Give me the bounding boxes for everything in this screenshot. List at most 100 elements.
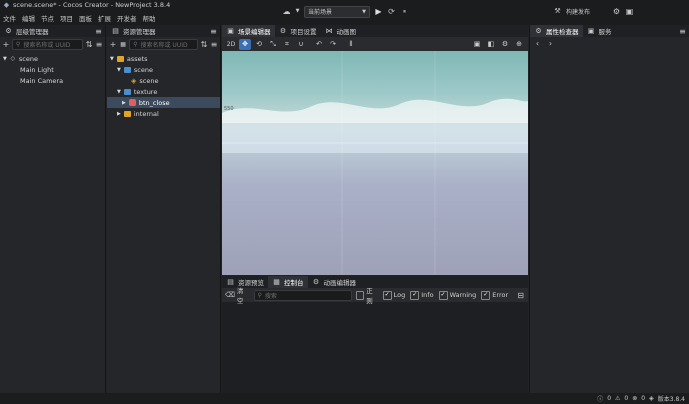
chevron-right-icon[interactable]: ▶: [122, 100, 126, 106]
tree-item-label: Main Camera: [20, 76, 64, 85]
align-icon[interactable]: ⫴: [345, 39, 357, 50]
scene-node-icon: ◇: [10, 55, 16, 62]
hierarchy-icon: ⚙: [5, 26, 12, 35]
info-icon: ⓘ: [597, 396, 604, 403]
window-title: scene.scene* - Cocos Creator - NewProjec…: [13, 1, 171, 9]
chevron-down-icon[interactable]: ▼: [117, 67, 121, 73]
assets-header: ▤ 资源管理器 ≡: [107, 25, 220, 37]
tab-scene-editor[interactable]: ▣ 场景编辑器: [222, 25, 275, 37]
collapse-icon[interactable]: ≡: [210, 40, 218, 49]
camera-icon[interactable]: ◧: [485, 39, 497, 50]
sort-icon[interactable]: ⇅: [85, 40, 93, 49]
tree-item-scene-folder[interactable]: ▼ scene: [107, 64, 220, 75]
menu-icon[interactable]: ≡: [678, 27, 687, 36]
rect-tool-icon[interactable]: ⌗: [281, 39, 293, 50]
horizon-band: [222, 123, 528, 153]
tree-item-scene[interactable]: ▼ ◇ scene: [0, 53, 105, 64]
inspector-tab-label: 属性检查器: [546, 28, 579, 36]
chevron-right-icon[interactable]: ▶: [117, 111, 121, 117]
snap-tool-icon[interactable]: ∪: [295, 39, 307, 50]
tab-animation-editor[interactable]: ⚙ 动画编辑器: [308, 276, 361, 288]
cloud-icon[interactable]: ☁: [282, 7, 291, 16]
add-icon[interactable]: +: [109, 40, 117, 49]
filter-checkbox[interactable]: ✓ Info: [410, 290, 434, 300]
chevron-down-icon[interactable]: ▼: [110, 56, 114, 62]
publish-button[interactable]: 构建发布: [566, 7, 590, 16]
add-icon[interactable]: +: [2, 40, 10, 49]
scene-viewport[interactable]: 550: [222, 51, 528, 275]
search-icon: ⚲: [15, 40, 21, 48]
chevron-down-icon[interactable]: ▼: [117, 89, 121, 95]
menu-item[interactable]: 扩展: [98, 13, 111, 23]
inspector-panel: ⚙ 属性检查器 ▣ 服务 ≡ ‹ ›: [529, 25, 689, 393]
tree-item-label: scene: [133, 65, 153, 74]
filter-checkbox[interactable]: 正则: [356, 285, 378, 305]
menu-item[interactable]: 编辑: [22, 13, 35, 23]
refresh-icon[interactable]: ⟳: [387, 7, 396, 16]
menu-icon[interactable]: ≡: [94, 27, 103, 36]
scene-icon: ▣: [227, 26, 234, 35]
menu-item[interactable]: 节点: [41, 13, 54, 23]
filter-icon[interactable]: ▦: [119, 40, 127, 49]
redo-icon[interactable]: ↷: [327, 39, 339, 50]
chevron-down-icon[interactable]: ▼: [3, 56, 7, 62]
menu-icon[interactable]: ≡: [209, 27, 218, 36]
tree-item-scene-file[interactable]: ◈ scene: [107, 75, 220, 86]
tree-item-main-light[interactable]: Main Light: [0, 64, 105, 75]
menu-item[interactable]: 文件: [3, 13, 16, 23]
tab-hierarchy[interactable]: ⚙ 层级管理器: [0, 25, 53, 37]
folder-icon: [116, 55, 124, 62]
tab-console[interactable]: ▦ 控制台: [268, 276, 308, 288]
tree-item-assets[interactable]: ▼ assets: [107, 53, 220, 64]
warning-count[interactable]: 0: [624, 395, 628, 402]
console-search-input[interactable]: ⚲ 搜索: [253, 289, 353, 301]
collapse-icon[interactable]: ≡: [95, 40, 103, 49]
filter-checkbox[interactable]: ✓ Log: [382, 290, 405, 300]
error-count[interactable]: 0: [641, 395, 645, 402]
tree-item-btn-close[interactable]: ▶ btn_close: [107, 97, 220, 108]
clear-button[interactable]: ⌫ 清空: [225, 285, 250, 305]
settings-icon[interactable]: ⚙: [499, 39, 511, 50]
menu-item[interactable]: 面板: [79, 13, 92, 23]
forward-icon[interactable]: ›: [546, 39, 555, 48]
tab-animation-graph[interactable]: ⋈ 动画图: [321, 25, 361, 37]
app-icon: ◆: [3, 0, 10, 9]
layout-icon[interactable]: ▣: [625, 7, 634, 16]
mode-2d-button[interactable]: 2D: [225, 39, 237, 50]
pause-icon[interactable]: ⏸: [400, 7, 409, 16]
graph-icon: ⋈: [325, 26, 333, 35]
tab-assets[interactable]: ▤ 资源管理器: [107, 25, 160, 37]
collapse-icon[interactable]: ⊟: [516, 291, 525, 300]
move-tool-icon[interactable]: ✥: [239, 38, 251, 50]
globe-icon[interactable]: ⊕: [513, 39, 525, 50]
gizmo-icon[interactable]: ▣: [471, 39, 483, 50]
scale-tool-icon[interactable]: ⤡: [267, 39, 279, 50]
rotate-tool-icon[interactable]: ⟲: [253, 39, 265, 50]
tree-item-main-camera[interactable]: Main Camera: [0, 75, 105, 86]
settings-icon[interactable]: ⚙: [612, 7, 621, 16]
filter-checkbox[interactable]: ✓ Error: [481, 290, 508, 300]
undo-icon[interactable]: ↶: [313, 39, 325, 50]
scene-select-value: 当前场景: [308, 9, 333, 16]
tab-inspector[interactable]: ⚙ 属性检查器: [530, 25, 583, 37]
tree-item-internal[interactable]: ▶ internal: [107, 108, 220, 119]
menu-item[interactable]: 帮助: [143, 13, 156, 23]
search-icon: ⚲: [133, 40, 138, 48]
tab-project-settings[interactable]: ⚙ 项目设置: [275, 25, 321, 37]
console-panel: ▤ 资源预览 ▦ 控制台 ⚙ 动画编辑器 ⌫ 清空 ⚲ 搜索 正则 ✓ Log ✓ In…: [222, 276, 528, 393]
folder-icon: [123, 66, 131, 73]
play-icon[interactable]: ▶: [374, 7, 383, 16]
assets-search-input[interactable]: ⚲ 搜索名称或 UUID: [129, 38, 198, 50]
chevron-down-icon[interactable]: ▼: [295, 7, 300, 16]
tree-item-texture[interactable]: ▼ texture: [107, 86, 220, 97]
hierarchy-search-input[interactable]: ⚲ 搜索名称或 UUID: [11, 38, 84, 50]
back-icon[interactable]: ‹: [533, 39, 542, 48]
tree-item-label: Main Light: [20, 65, 54, 74]
menu-item[interactable]: 开发者: [117, 13, 137, 23]
filter-checkbox[interactable]: ✓ Warning: [438, 290, 476, 300]
scene-select[interactable]: 当前场景 ▼: [304, 5, 370, 18]
sort-icon[interactable]: ⇅: [200, 40, 208, 49]
menu-item[interactable]: 项目: [60, 13, 73, 23]
info-count[interactable]: 0: [607, 395, 611, 402]
tab-services[interactable]: ▣ 服务: [583, 25, 616, 37]
